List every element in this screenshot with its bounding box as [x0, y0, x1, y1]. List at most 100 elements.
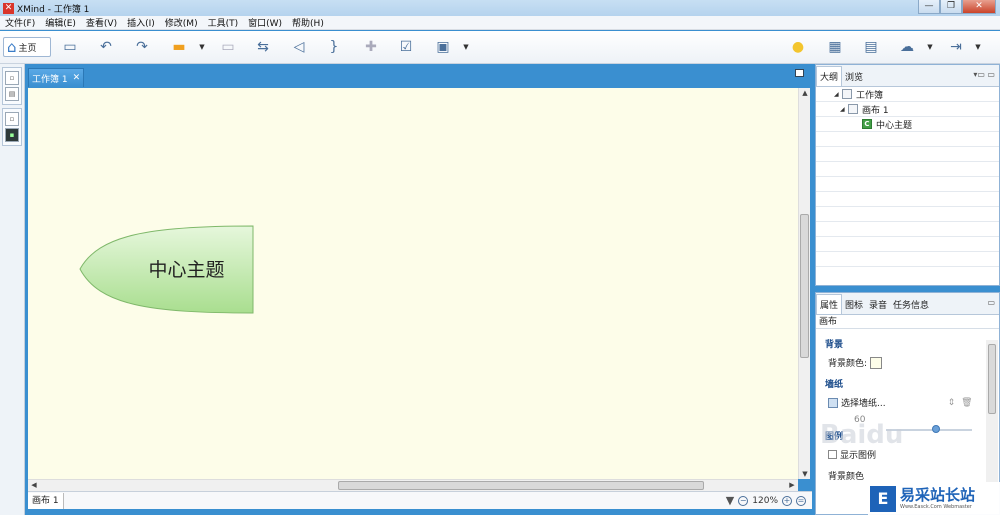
opacity-slider-knob[interactable] [932, 425, 940, 433]
sheet-tab[interactable]: 画布 1 [28, 492, 64, 509]
insert-topic-icon[interactable]: ▬ [168, 37, 190, 57]
wallpaper-select-button[interactable]: 选择墙纸... [841, 396, 886, 409]
menu-bar: 文件(F) 编辑(E) 查看(V) 插入(I) 修改(M) 工具(T) 窗口(W… [0, 16, 1000, 30]
vertical-scroll-thumb[interactable] [800, 214, 809, 358]
scroll-up-icon[interactable]: ▲ [799, 89, 811, 97]
status-bar: 画布 1 ▼ − 120% + = [28, 491, 812, 509]
workbook-tab[interactable]: 工作簿 1 ✕ [28, 68, 84, 87]
delete-wallpaper-icon[interactable]: 🗑 [961, 398, 972, 408]
relationship-icon[interactable]: ⇆ [252, 37, 274, 57]
export-icon[interactable]: ⇥ [946, 37, 966, 57]
notes-icon[interactable]: ☑ [396, 37, 416, 57]
xmind-logo-icon: ✕ [3, 2, 14, 14]
canvas-vertical-scrollbar[interactable]: ▲ ▼ [798, 88, 810, 479]
workbook-tab-label: 工作簿 1 [32, 74, 68, 85]
workbook-icon [842, 89, 852, 99]
properties-panel-tabs: 属性 图标 录音 任务信息 ▭ [816, 293, 999, 315]
central-topic-icon: C [862, 119, 872, 129]
wallpaper-row: 选择墙纸... ⇕ 🗑 [828, 396, 999, 409]
boundary-icon[interactable]: ◁ [288, 37, 310, 57]
tree-empty-row [816, 147, 999, 162]
expand-caret-icon[interactable]: ◢ [840, 106, 848, 113]
layout-icon[interactable]: ▤ [860, 37, 882, 57]
tree-item-topic[interactable]: C 中心主题 [816, 117, 999, 132]
sheet-icon [848, 104, 858, 114]
menu-window[interactable]: 窗口(W) [243, 16, 287, 29]
tree-empty-row [816, 177, 999, 192]
legend-bg-label: 背景颜色 [828, 472, 865, 482]
baidu-watermark: Baidu [820, 420, 904, 450]
properties-scroll-thumb[interactable] [988, 344, 996, 414]
scroll-down-icon[interactable]: ▼ [799, 470, 811, 478]
site-watermark: E 易采站长站 Www.Easck.Com Webmaster [868, 482, 1000, 515]
image-dropdown-icon[interactable]: ▼ [462, 37, 470, 57]
zoom-in-icon[interactable]: + [782, 495, 792, 506]
callout-icon[interactable]: ▭ [218, 37, 238, 57]
tab-browse[interactable]: 浏览 [842, 67, 866, 86]
save-icon[interactable]: ▭ [60, 37, 80, 57]
tree-empty-row [816, 252, 999, 267]
idea-bulb-icon[interactable]: ● [788, 37, 808, 57]
menu-modify[interactable]: 修改(M) [160, 16, 203, 29]
window-title: XMind - 工作簿 1 [17, 4, 90, 15]
tree-item-label: 画布 1 [862, 105, 889, 116]
restore-panel-icon[interactable]: ▫ [5, 71, 19, 85]
scroll-left-icon[interactable]: ◀ [28, 481, 40, 489]
tab-audio[interactable]: 录音 [866, 295, 890, 314]
panel-menu-icon[interactable]: ▾▭ ▭ [973, 70, 995, 79]
presentation-icon[interactable]: ▦ [824, 37, 846, 57]
zoom-fit-icon[interactable]: = [796, 495, 806, 506]
zoom-out-icon[interactable]: − [738, 495, 749, 506]
summary-icon[interactable]: } [324, 37, 344, 57]
outline-view-icon[interactable]: ▤ [5, 87, 19, 101]
restore-panel-icon-2[interactable]: ▫ [5, 112, 19, 126]
console-icon[interactable]: ▪ [5, 128, 19, 142]
close-window-button[interactable]: ✕ [962, 0, 996, 14]
central-topic[interactable]: 中心主题 [79, 225, 254, 314]
tab-outline[interactable]: 大纲 [816, 66, 843, 86]
tree-item-workbook[interactable]: ◢ 工作簿 [816, 87, 999, 102]
tree-item-sheet[interactable]: ◢ 画布 1 [816, 102, 999, 117]
minimize-button[interactable]: — [918, 0, 940, 14]
expand-caret-icon[interactable]: ◢ [834, 91, 842, 98]
export-dropdown-icon[interactable]: ▼ [974, 37, 982, 57]
menu-help[interactable]: 帮助(H) [287, 16, 329, 29]
tab-icons[interactable]: 图标 [842, 295, 866, 314]
share-cloud-icon[interactable]: ☁ [896, 37, 918, 57]
label-icon[interactable]: ✚ [360, 37, 382, 57]
home-button[interactable]: ⌂ 主页 [3, 37, 51, 57]
wallpaper-section-title: 墙纸 [825, 380, 844, 390]
tree-item-label: 中心主题 [876, 120, 913, 131]
horizontal-scroll-thumb[interactable] [338, 481, 704, 490]
menu-insert[interactable]: 插入(I) [122, 16, 160, 29]
minimize-panel-icon[interactable]: ▭ [987, 298, 995, 307]
redo-icon[interactable]: ↷ [132, 37, 152, 57]
tree-empty-row [816, 162, 999, 177]
image-icon[interactable]: ▣ [432, 37, 454, 57]
show-legend-checkbox[interactable] [828, 450, 837, 459]
tab-properties[interactable]: 属性 [816, 294, 843, 314]
tree-empty-row [816, 207, 999, 222]
close-tab-icon[interactable]: ✕ [73, 73, 81, 83]
menu-file[interactable]: 文件(F) [0, 16, 40, 29]
tree-empty-row [816, 192, 999, 207]
scroll-right-icon[interactable]: ▶ [786, 481, 798, 489]
background-color-label: 背景颜色: [828, 359, 868, 369]
tab-task-info[interactable]: 任务信息 [890, 295, 932, 314]
insert-topic-dropdown-icon[interactable]: ▼ [198, 37, 206, 57]
watermark-subtext: Www.Easck.Com Webmaster [900, 504, 972, 510]
left-panel-strip: ▫ ▤ ▫ ▪ [0, 64, 25, 515]
filter-icon[interactable]: ▼ [726, 494, 734, 507]
wallpaper-icon [828, 397, 838, 408]
properties-subtitle: 画布 [816, 315, 999, 329]
menu-tools[interactable]: 工具(T) [203, 16, 244, 29]
menu-view[interactable]: 查看(V) [81, 16, 122, 29]
undo-icon[interactable]: ↶ [96, 37, 116, 57]
menu-edit[interactable]: 编辑(E) [40, 16, 81, 29]
maximize-editor-icon[interactable] [795, 69, 804, 77]
canvas-horizontal-scrollbar[interactable]: ◀ ▶ [28, 479, 798, 491]
share-dropdown-icon[interactable]: ▼ [926, 37, 934, 57]
background-color-swatch[interactable] [870, 356, 883, 369]
restore-button[interactable]: ❐ [940, 0, 962, 14]
wallpaper-spinner-icon[interactable]: ⇕ [948, 398, 956, 408]
